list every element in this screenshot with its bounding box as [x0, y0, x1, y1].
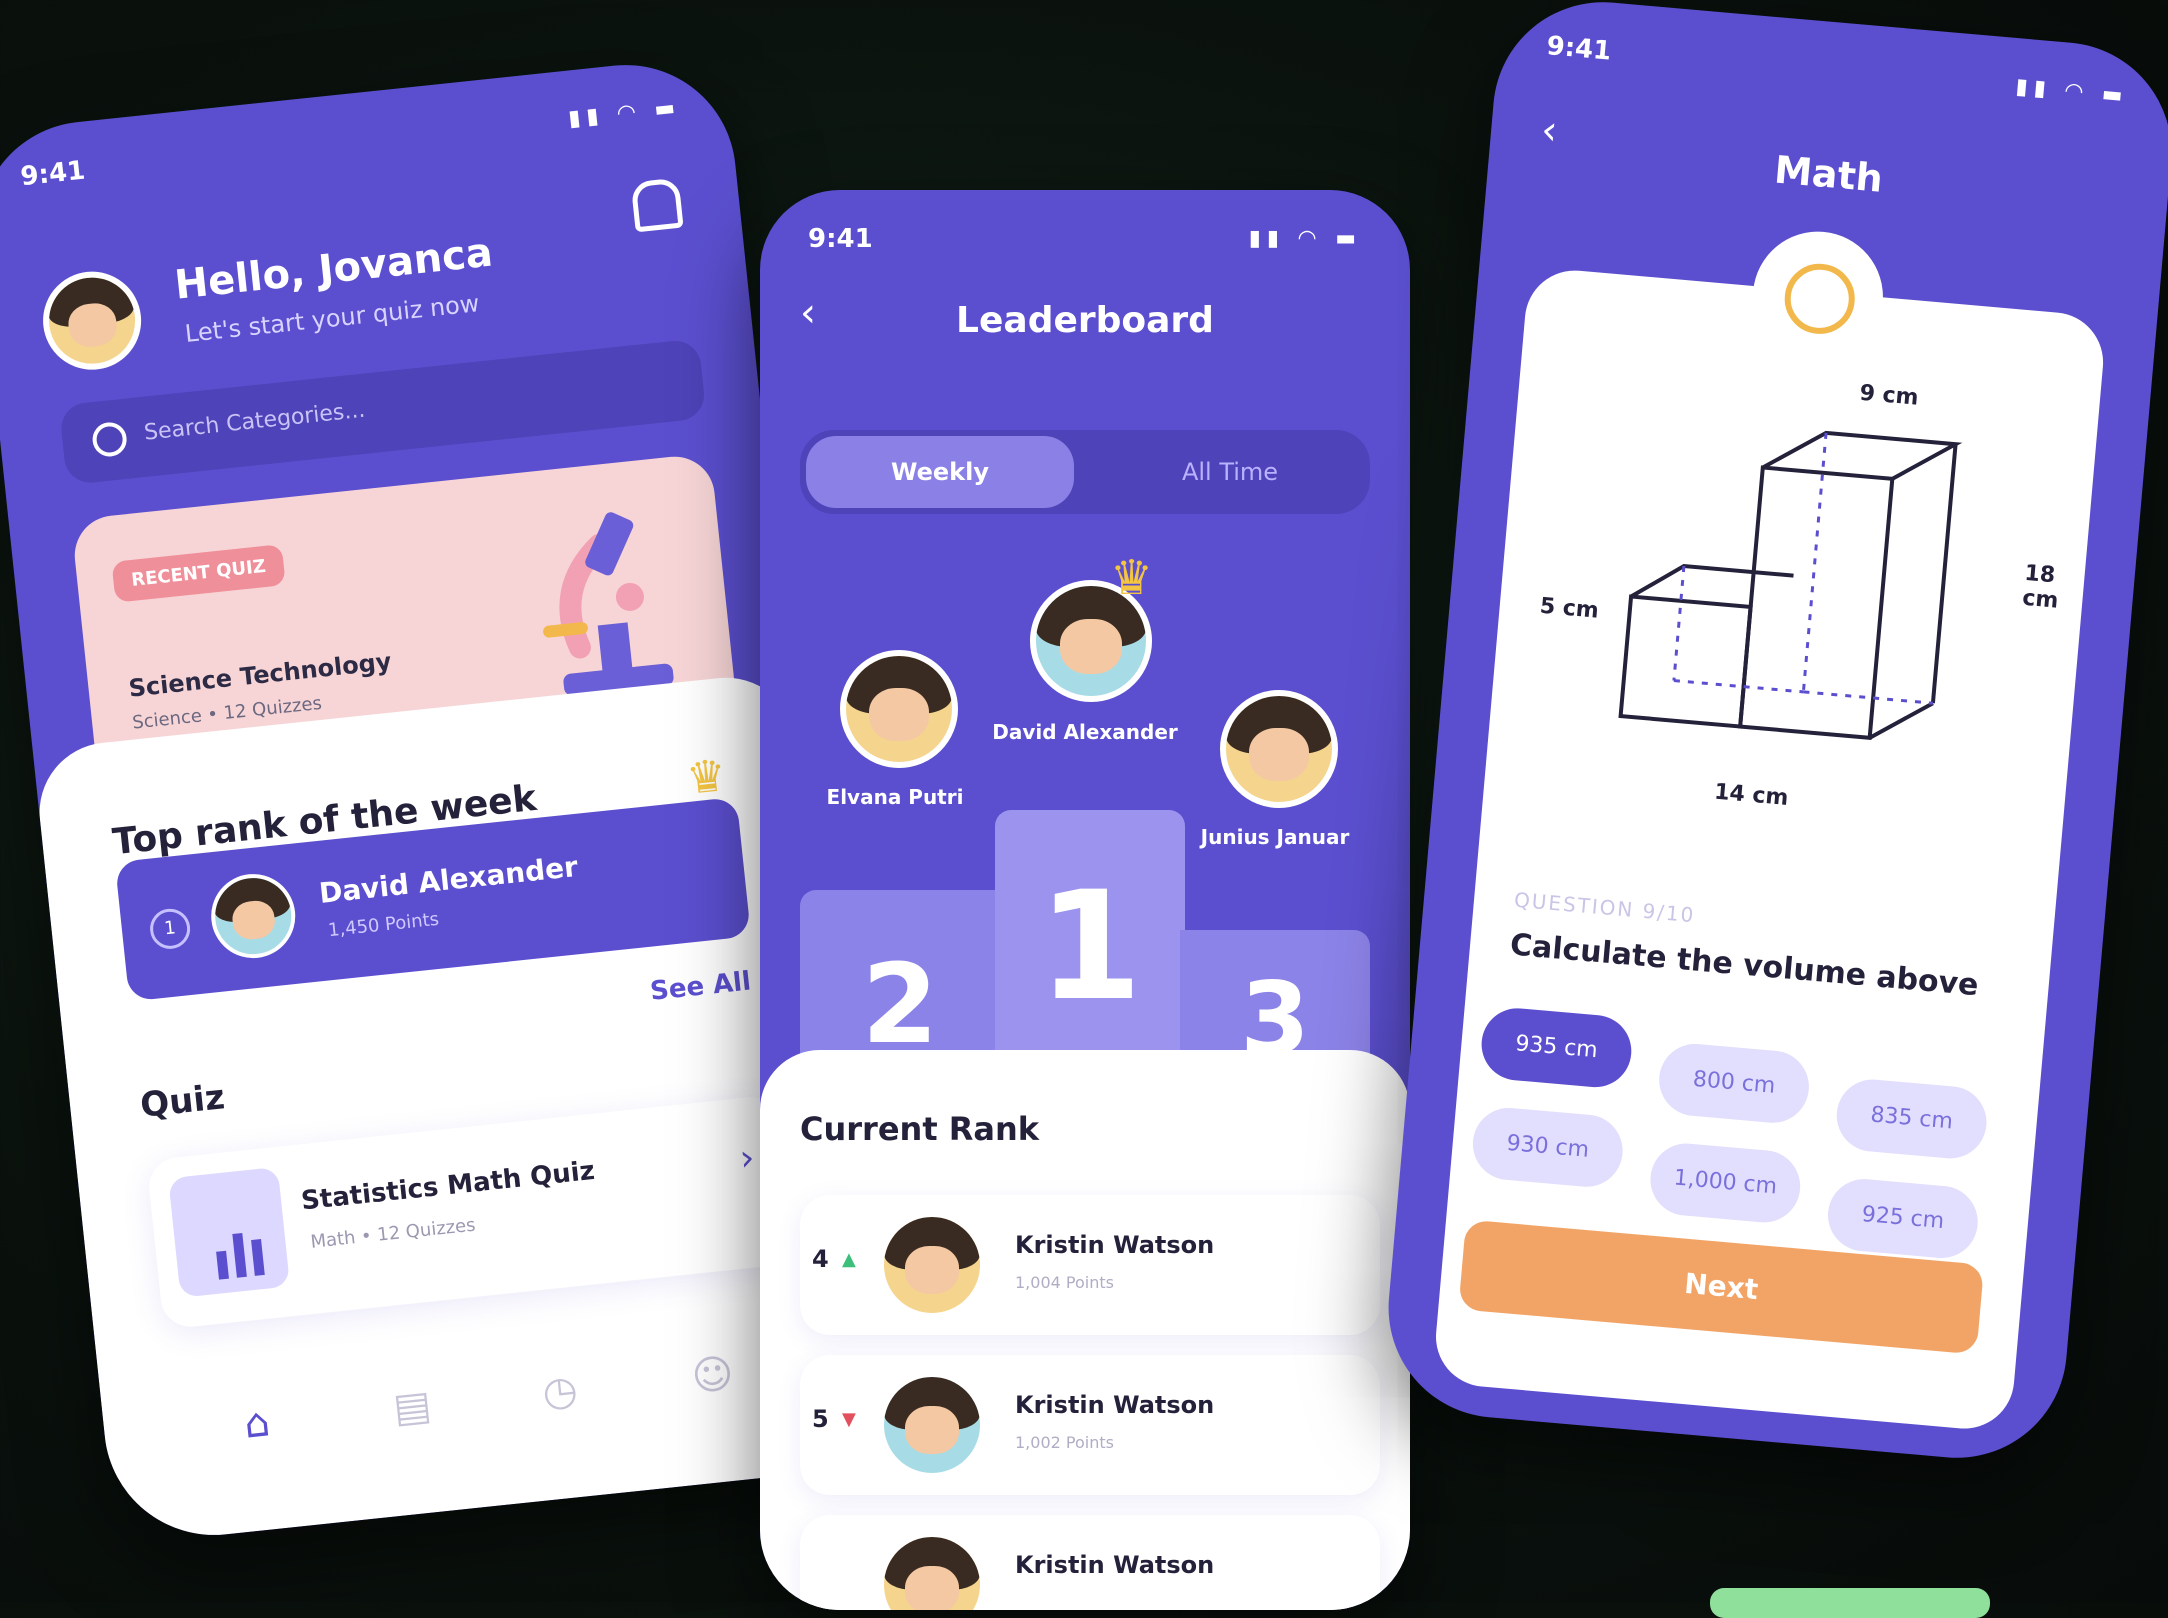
avatar [880, 1533, 984, 1610]
avatar [880, 1213, 984, 1317]
rank-name: Kristin Watson [1015, 1391, 1215, 1419]
top-rank-name: David Alexander [317, 849, 580, 910]
top-rank-points: 1,450 Points [327, 908, 440, 942]
period-segmented-control: Weekly All Time [800, 430, 1370, 514]
clock-icon[interactable]: ◷ [540, 1367, 580, 1416]
podium-place-second: 2 [861, 940, 939, 1068]
home-screen: 9:41 ▮▮ ◠ ▬ Hello, Jovanca Let's start y… [0, 54, 873, 1546]
question-text: Calculate the volume above [1508, 927, 1980, 1004]
answer-option[interactable]: 835 cm [1833, 1076, 1990, 1162]
podium-place-first: 1 [1037, 860, 1143, 1034]
signal-wifi-battery-icon: ▮▮ ◠ ▬ [567, 94, 683, 132]
rank-row[interactable]: 4 ▲ Kristin Watson 1,004 Points [800, 1195, 1380, 1335]
crown-icon: ♛ [1110, 550, 1154, 606]
status-time: 9:41 [19, 155, 87, 193]
rank-row[interactable]: Kristin Watson [800, 1515, 1380, 1610]
rank-points: 1,002 Points [1015, 1433, 1114, 1452]
stopwatch-icon [1747, 226, 1889, 368]
dimension-right: 18 cm [2021, 560, 2060, 614]
status-bar: 9:41 ▮▮ ◠ ▬ [1545, 31, 2130, 122]
signal-wifi-battery-icon: ▮▮ ◠ ▬ [2014, 74, 2130, 109]
avatar [880, 1373, 984, 1477]
rank-row[interactable]: 5 ▼ Kristin Watson 1,002 Points [800, 1355, 1380, 1495]
current-rank-title: Current Rank [800, 1110, 1040, 1148]
rank-number: 4 [812, 1245, 829, 1273]
signal-wifi-battery-icon: ▮▮ ◠ ▬ [1248, 226, 1362, 251]
answer-option[interactable]: 800 cm [1656, 1040, 1812, 1126]
trend-up-icon: ▲ [842, 1249, 856, 1270]
podium-second-name: Elvana Putri [826, 785, 964, 809]
tab-weekly[interactable]: Weekly [806, 436, 1074, 508]
page-title: Math [1772, 147, 1885, 201]
home-icon[interactable]: ⌂ [242, 1399, 272, 1447]
dimension-top: 9 cm [1858, 380, 1920, 411]
top-rank-position: 1 [148, 906, 193, 951]
search-icon [90, 420, 129, 459]
podium-first-name: David Alexander [992, 720, 1178, 744]
avatar-second[interactable] [840, 650, 958, 768]
podium-third-name: Junius Januar [1200, 825, 1350, 849]
status-time: 9:41 [1545, 31, 1613, 67]
avatar [207, 869, 300, 963]
dimension-left: 5 cm [1538, 593, 1600, 624]
status-bar: 9:41 ▮▮ ◠ ▬ [808, 224, 1362, 264]
status-bar: 9:41 ▮▮ ◠ ▬ [19, 93, 684, 202]
trend-down-icon: ▼ [842, 1409, 856, 1430]
status-time: 9:41 [808, 224, 873, 254]
see-all-link[interactable]: See All [649, 967, 753, 1007]
tab-all-time[interactable]: All Time [1096, 436, 1364, 508]
answer-option[interactable]: 1,000 cm [1647, 1140, 1804, 1226]
profile-icon[interactable]: ☺ [689, 1351, 735, 1401]
bottom-tab-bar: ⌂ ▤ ◷ ☺ [100, 1307, 868, 1506]
page-title: Leaderboard [956, 300, 1214, 341]
leaderboard-screen: 9:41 ▮▮ ◠ ▬ ‹ Leaderboard Weekly All Tim… [760, 190, 1410, 1610]
question-card: 9 cm 18 cm 5 cm 14 cm QUESTION 9/10 Calc… [1431, 226, 2108, 1433]
rank-points: 1,004 Points [1015, 1273, 1114, 1292]
answer-option[interactable]: 925 cm [1825, 1176, 1981, 1261]
podium-first: 1 [995, 810, 1185, 1090]
bell-icon[interactable] [630, 177, 684, 233]
dimension-bottom: 14 cm [1713, 779, 1790, 811]
crown-icon: ♛ [684, 750, 729, 805]
recent-quiz-title: Science Technology [127, 647, 393, 703]
question-counter: QUESTION 9/10 [1513, 887, 1697, 928]
home-content: Top rank of the week 1 David Alexander 1… [32, 670, 873, 1546]
quiz-section-title: Quiz [138, 1077, 227, 1126]
quiz-title: Statistics Math Quiz [299, 1155, 597, 1217]
corner-badge [1710, 1588, 1990, 1618]
current-rank-sheet: Current Rank 4 ▲ Kristin Watson 1,004 Po… [760, 1050, 1410, 1610]
avatar-third[interactable] [1220, 690, 1338, 808]
quiz-list-item[interactable]: Statistics Math Quiz Math • 12 Quizzes › [146, 1094, 796, 1330]
avatar[interactable] [38, 266, 146, 375]
quiz-meta: Math • 12 Quizzes [309, 1214, 477, 1253]
microscope-icon [543, 512, 674, 696]
search-placeholder: Search Categories... [142, 397, 367, 446]
bar-chart-icon [168, 1166, 291, 1298]
rank-name: Kristin Watson [1015, 1231, 1215, 1259]
chart-icon[interactable]: ▤ [391, 1382, 433, 1432]
recent-quiz-badge: RECENT QUIZ [111, 544, 286, 603]
answer-option[interactable]: 935 cm [1478, 1005, 1635, 1091]
math-question-screen: 9:41 ▮▮ ◠ ▬ ‹ Math 9 cm 18 cm 5 cm 14 cm… [1379, 0, 2168, 1467]
cube-figure [1618, 430, 1963, 741]
chevron-right-icon[interactable]: › [738, 1137, 757, 1179]
answer-option[interactable]: 930 cm [1469, 1104, 1626, 1190]
rank-number: 5 [812, 1405, 829, 1433]
rank-name: Kristin Watson [1015, 1551, 1215, 1579]
